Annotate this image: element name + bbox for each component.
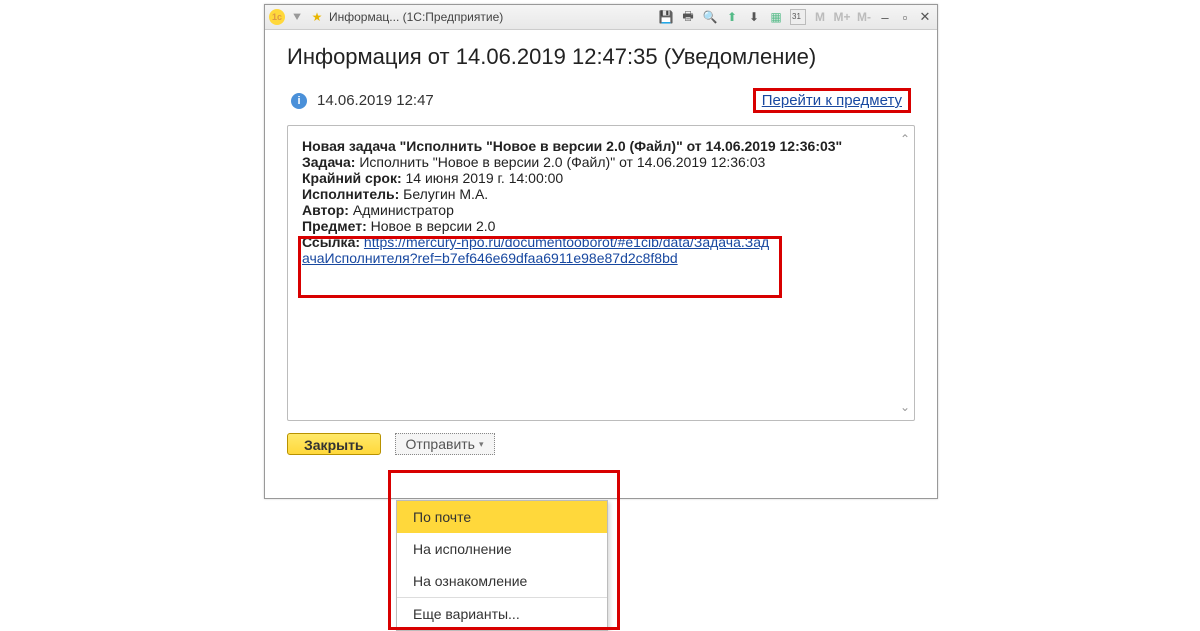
message-body-panel: Новая задача "Исполнить "Новое в версии … (287, 125, 915, 421)
content-area: Информация от 14.06.2019 12:47:35 (Уведо… (265, 30, 937, 465)
app-window: 1c ⯆ ★ Информац... (1С:Предприятие) 💾 🖶 … (264, 4, 938, 499)
author-value: Администратор (349, 202, 454, 218)
back-icon[interactable]: ⯆ (289, 9, 305, 25)
author-label: Автор: (302, 202, 349, 218)
close-button[interactable]: Закрыть (287, 433, 381, 455)
subject-label: Предмет: (302, 218, 367, 234)
task-url-link[interactable]: https://mercury-npo.ru/documentooborot/#… (302, 234, 769, 266)
send-button-label: Отправить (406, 436, 475, 452)
task-value: Исполнить "Новое в версии 2.0 (Файл)" от… (355, 154, 765, 170)
scroll-up-icon[interactable]: ⌃ (900, 132, 910, 146)
restore-icon[interactable]: ▫ (897, 10, 913, 25)
new-task-line: Новая задача "Исполнить "Новое в версии … (302, 138, 842, 154)
menu-item-to-exec[interactable]: На исполнение (397, 533, 607, 565)
favorite-icon[interactable]: ★ (309, 9, 325, 25)
app-logo-icon: 1c (269, 9, 285, 25)
goto-subject-link[interactable]: Перейти к предмету (753, 88, 911, 113)
deadline-label: Крайний срок: (302, 170, 402, 186)
calculator-icon[interactable]: ▦ (767, 8, 785, 26)
executor-label: Исполнитель: (302, 186, 399, 202)
titlebar: 1c ⯆ ★ Информац... (1С:Предприятие) 💾 🖶 … (265, 5, 937, 30)
executor-value: Белугин М.А. (399, 186, 488, 202)
zoom-icon[interactable]: 🔍 (701, 8, 719, 26)
memory-m-icon[interactable]: M (811, 8, 829, 26)
page-title: Информация от 14.06.2019 12:47:35 (Уведо… (287, 44, 915, 70)
subject-value: Новое в версии 2.0 (367, 218, 496, 234)
export-icon[interactable]: ⬇ (745, 8, 763, 26)
memory-mminus-icon[interactable]: M- (855, 8, 873, 26)
calendar-icon[interactable] (789, 8, 807, 26)
close-icon[interactable]: ✕ (917, 9, 933, 25)
menu-item-by-mail[interactable]: По почте (397, 501, 607, 533)
link-label: Ссылка: (302, 234, 360, 250)
menu-item-more[interactable]: Еще варианты... (397, 598, 607, 630)
scroll-down-icon[interactable]: ⌄ (900, 400, 910, 414)
info-icon: i (291, 93, 307, 109)
minimize-icon[interactable]: – (877, 10, 893, 25)
timestamp-text: 14.06.2019 12:47 (317, 92, 434, 109)
deadline-value: 14 июня 2019 г. 14:00:00 (402, 170, 564, 186)
menu-item-to-review[interactable]: На ознакомление (397, 565, 607, 597)
save-icon[interactable]: 💾 (657, 8, 675, 26)
send-dropdown-menu: По почте На исполнение На ознакомление Е… (396, 500, 608, 631)
task-label: Задача: (302, 154, 355, 170)
meta-row: i 14.06.2019 12:47 Перейти к предмету (287, 88, 915, 113)
buttons-row: Закрыть Отправить ▾ (287, 433, 915, 455)
window-title: Информац... (1С:Предприятие) (329, 10, 503, 24)
memory-mplus-icon[interactable]: M+ (833, 8, 851, 26)
send-button[interactable]: Отправить ▾ (395, 433, 495, 455)
import-icon[interactable]: ⬆ (723, 8, 741, 26)
print-icon[interactable]: 🖶 (679, 8, 697, 26)
dropdown-caret-icon: ▾ (479, 439, 484, 450)
